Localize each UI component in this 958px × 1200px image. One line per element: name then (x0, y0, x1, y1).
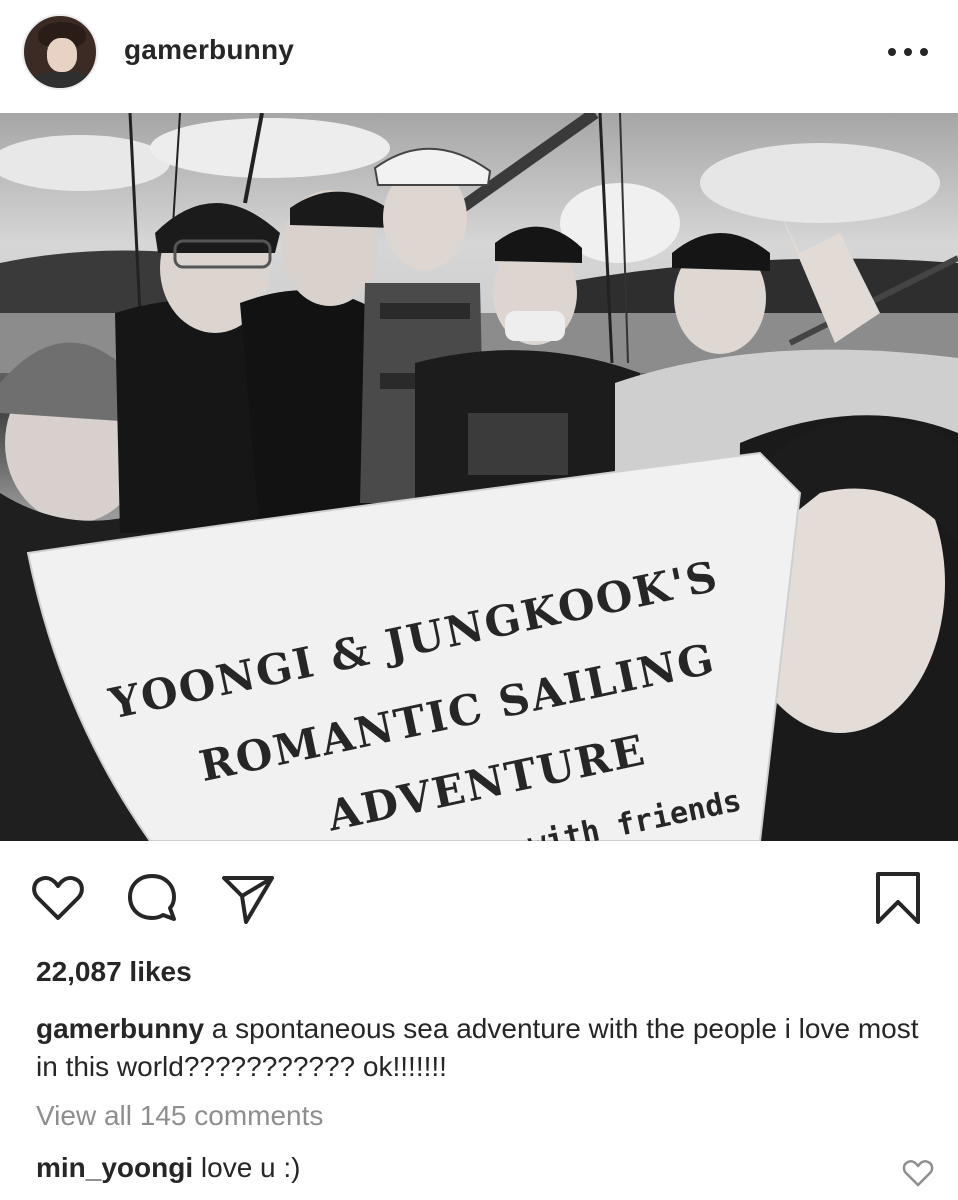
like-count[interactable]: 22,087 likes (36, 956, 192, 988)
caption-username[interactable]: gamerbunny (36, 1013, 204, 1044)
post-photo[interactable]: YOONGI & JUNGKOOK'S ROMANTIC SAILING ADV… (0, 113, 958, 841)
group-photo-illustration: YOONGI & JUNGKOOK'S ROMANTIC SAILING ADV… (0, 113, 958, 841)
comment-text: love u :) (193, 1152, 301, 1183)
comment-item: min_yoongi love u :) (36, 1152, 301, 1184)
post-caption: gamerbunny a spontaneous sea adventure w… (36, 1010, 926, 1086)
comment-username[interactable]: min_yoongi (36, 1152, 193, 1183)
speech-bubble-icon[interactable] (124, 870, 180, 926)
paper-plane-icon[interactable] (220, 870, 276, 926)
post-header: gamerbunny (0, 0, 958, 112)
profile-avatar[interactable] (22, 14, 98, 90)
post-actions-bar (0, 842, 958, 952)
ellipsis-icon[interactable] (888, 40, 928, 64)
bookmark-icon[interactable] (870, 870, 926, 926)
comment-heart-icon[interactable] (902, 1158, 934, 1188)
view-all-comments-link[interactable]: View all 145 comments (36, 1100, 323, 1132)
heart-outline-icon[interactable] (30, 870, 86, 926)
post-author-username[interactable]: gamerbunny (124, 34, 294, 66)
